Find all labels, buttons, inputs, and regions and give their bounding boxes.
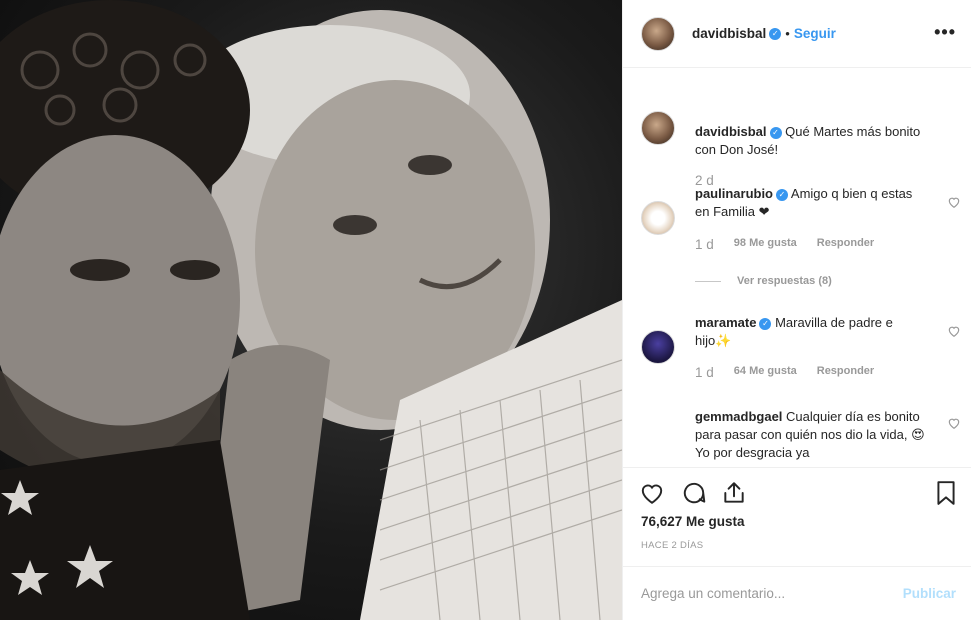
bookmark-icon[interactable] bbox=[933, 480, 959, 506]
caption-body: davidbisbal ✓ Qué Martes más bonito con D… bbox=[695, 123, 925, 159]
comment-meta: 1 d 64 Me gusta Responder bbox=[695, 365, 894, 380]
verified-badge-icon: ✓ bbox=[776, 188, 788, 201]
follow-button[interactable]: Seguir bbox=[794, 26, 836, 41]
comment-username[interactable]: maramate bbox=[695, 315, 756, 330]
publish-button[interactable]: Publicar bbox=[903, 586, 956, 601]
comment-likes[interactable]: 64 Me gusta bbox=[734, 365, 797, 380]
comment-body: paulinarubio ✓ Amigo q bien q estas en Fa… bbox=[695, 185, 925, 221]
comment-meta: 1 d 98 Me gusta Responder bbox=[695, 237, 894, 252]
post-header: davidbisbal ✓ • Seguir ••• bbox=[623, 0, 971, 68]
verified-badge-icon: ✓ bbox=[759, 317, 772, 330]
reply-button[interactable]: Responder bbox=[817, 365, 874, 380]
like-heart-icon[interactable] bbox=[639, 480, 665, 506]
author-username[interactable]: davidbisbal bbox=[692, 26, 766, 41]
post-sidebar: davidbisbal ✓ • Seguir ••• davidbisbal ✓ … bbox=[622, 0, 971, 620]
caption-username[interactable]: davidbisbal bbox=[695, 124, 767, 139]
separator-dot: • bbox=[785, 26, 790, 41]
comment-bubble-icon[interactable] bbox=[681, 480, 707, 506]
comment-body: maramate ✓ Maravilla de padre e hijo✨ bbox=[695, 314, 925, 350]
author-avatar[interactable] bbox=[641, 16, 675, 51]
caption-avatar[interactable] bbox=[641, 111, 675, 145]
more-options-icon[interactable]: ••• bbox=[934, 22, 956, 43]
add-comment-bar: Publicar bbox=[623, 566, 971, 620]
view-replies-button[interactable]: Ver respuestas (8) bbox=[695, 275, 832, 287]
comment-age: 1 d bbox=[695, 365, 714, 380]
verified-badge-icon: ✓ bbox=[769, 126, 782, 139]
likes-count[interactable]: 76,627 Me gusta bbox=[641, 514, 745, 529]
verified-badge-icon: ✓ bbox=[769, 27, 782, 40]
post-photo[interactable] bbox=[0, 0, 622, 620]
comment-age: 1 d bbox=[695, 237, 714, 252]
replies-divider bbox=[695, 280, 721, 282]
reply-button[interactable]: Responder bbox=[817, 237, 874, 252]
post-timestamp: HACE 2 DÍAS bbox=[641, 540, 704, 551]
comment-username[interactable]: gemmadbgael bbox=[695, 409, 782, 424]
share-icon[interactable] bbox=[721, 480, 747, 506]
commenter-avatar[interactable] bbox=[641, 201, 675, 235]
comment-username[interactable]: paulinarubio bbox=[695, 186, 773, 201]
like-comment-heart-icon[interactable] bbox=[947, 324, 961, 338]
commenter-avatar[interactable] bbox=[641, 330, 675, 364]
comment-body: gemmadbgael Cualquier día es bonito para… bbox=[695, 408, 925, 462]
like-comment-heart-icon[interactable] bbox=[947, 416, 961, 430]
like-comment-heart-icon[interactable] bbox=[947, 195, 961, 209]
comments-list[interactable]: davidbisbal ✓ Qué Martes más bonito con D… bbox=[623, 69, 971, 467]
comment-likes[interactable]: 98 Me gusta bbox=[734, 237, 797, 252]
view-replies-label[interactable]: Ver respuestas (8) bbox=[737, 275, 832, 287]
comment-input[interactable] bbox=[641, 586, 891, 601]
photo-illustration bbox=[0, 0, 622, 620]
